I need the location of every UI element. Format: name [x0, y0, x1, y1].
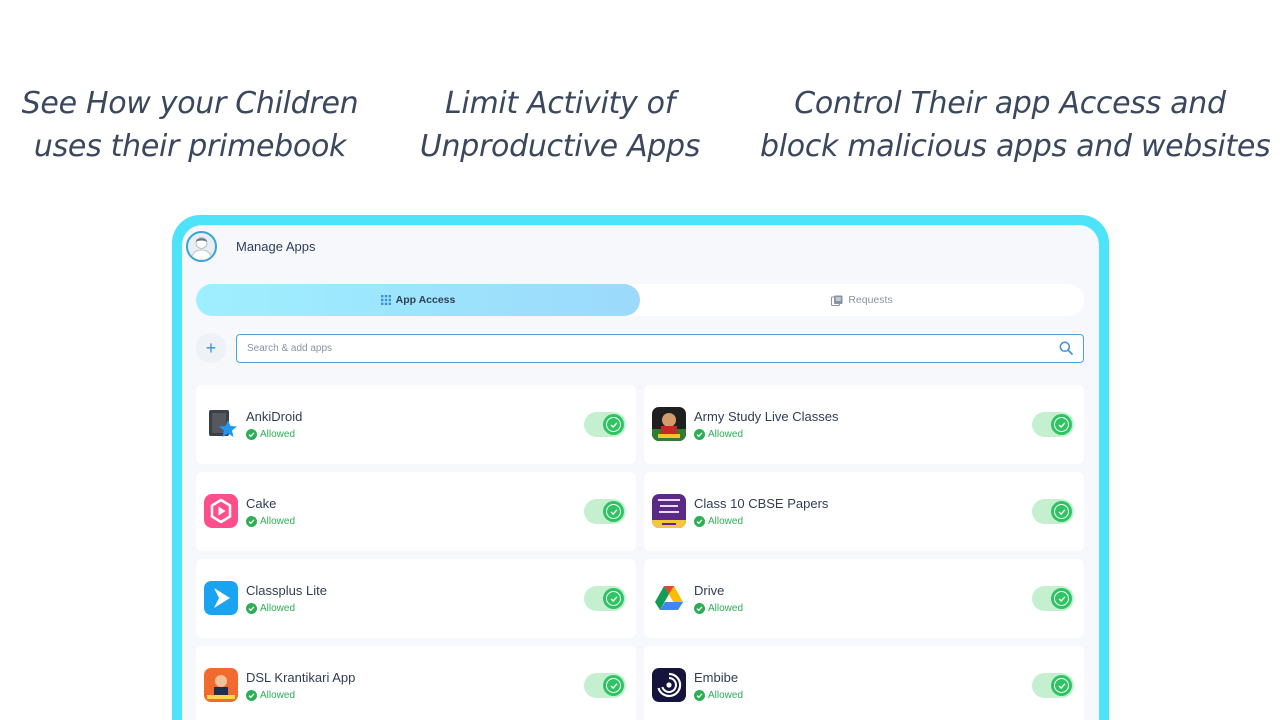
- check-circle-icon: [694, 516, 705, 527]
- drive-icon: [652, 581, 686, 615]
- app-name: DSL Krantikari App: [246, 670, 356, 685]
- headline-line: Unproductive Apps: [419, 129, 701, 164]
- app-toggle[interactable]: [1032, 673, 1074, 698]
- headline-line: Limit Activity of: [445, 86, 675, 121]
- app-card-class10-cbse[interactable]: Class 10 CBSE Papers Allowed: [644, 472, 1084, 551]
- status-badge: Allowed: [694, 516, 743, 527]
- headline-line: uses their primebook: [33, 129, 347, 164]
- app-toggle[interactable]: [1032, 586, 1074, 611]
- app-card-embibe[interactable]: Embibe Allowed: [644, 646, 1084, 720]
- app-toggle[interactable]: [584, 586, 626, 611]
- app-card-dsl-krantikari[interactable]: DSL Krantikari App Allowed: [196, 646, 636, 720]
- app-toggle[interactable]: [1032, 499, 1074, 524]
- status-badge: Allowed: [694, 603, 743, 614]
- user-avatar-icon[interactable]: [186, 230, 217, 262]
- add-app-button[interactable]: +: [196, 333, 226, 363]
- tab-bar: App Access Requests: [196, 284, 1084, 316]
- tab-requests[interactable]: Requests: [640, 284, 1084, 316]
- app-card-army-study[interactable]: Army Study Live Classes Allowed: [644, 385, 1084, 464]
- page-title: Manage Apps: [236, 238, 316, 254]
- app-toggle[interactable]: [584, 412, 626, 437]
- app-name: Classplus Lite: [246, 583, 327, 598]
- app-list: AnkiDroid Allowed Army Study Live Classe…: [196, 385, 1084, 720]
- cake-icon: [204, 494, 238, 528]
- check-circle-icon: [694, 429, 705, 440]
- status-badge: Allowed: [694, 429, 743, 440]
- status-text: Allowed: [708, 429, 744, 440]
- headline-children-usage: See How your Children uses their primebo…: [20, 82, 360, 168]
- top-bar: Manage Apps: [186, 230, 316, 262]
- status-badge: Allowed: [246, 603, 295, 614]
- classplus-lite-icon: [204, 581, 238, 615]
- app-card-cake[interactable]: Cake Allowed: [196, 472, 636, 551]
- status-badge: Allowed: [694, 690, 743, 701]
- toggle-knob-icon: [603, 414, 624, 435]
- tab-app-access[interactable]: App Access: [196, 284, 640, 316]
- headline-line: Control Their app Access and: [794, 86, 1226, 121]
- app-card-drive[interactable]: Drive Allowed: [644, 559, 1084, 638]
- check-circle-icon: [246, 603, 257, 614]
- dsl-krantikari-icon: [204, 668, 238, 702]
- headline-control-access: Control Their app Access and block malic…: [760, 82, 1271, 168]
- status-text: Allowed: [260, 516, 296, 527]
- toggle-knob-icon: [603, 588, 624, 609]
- device-frame: Manage Apps App Access Requests + Search…: [172, 215, 1109, 720]
- check-circle-icon: [694, 603, 705, 614]
- status-badge: Allowed: [246, 690, 295, 701]
- toggle-knob-icon: [603, 675, 624, 696]
- app-card-classplus-lite[interactable]: Classplus Lite Allowed: [196, 559, 636, 638]
- headline-line: See How your Children: [21, 86, 359, 121]
- app-card-ankidroid[interactable]: AnkiDroid Allowed: [196, 385, 636, 464]
- app-name: AnkiDroid: [246, 409, 303, 424]
- status-badge: Allowed: [246, 516, 295, 527]
- search-box: [236, 333, 1084, 363]
- app-screen: Manage Apps App Access Requests + Search…: [182, 225, 1099, 720]
- status-text: Allowed: [708, 690, 744, 701]
- search-row: +: [196, 333, 1084, 363]
- search-input[interactable]: [247, 342, 1059, 354]
- app-toggle[interactable]: [584, 673, 626, 698]
- headline-limit-activity: Limit Activity of Unproductive Apps: [410, 82, 710, 168]
- toggle-knob-icon: [1051, 501, 1072, 522]
- check-circle-icon: [246, 429, 257, 440]
- status-text: Allowed: [260, 429, 296, 440]
- check-circle-icon: [246, 690, 257, 701]
- toggle-knob-icon: [1051, 675, 1072, 696]
- app-toggle[interactable]: [584, 499, 626, 524]
- tab-label: Requests: [848, 294, 893, 306]
- ankidroid-icon: [204, 407, 238, 441]
- grid-icon: [380, 295, 391, 305]
- status-text: Allowed: [708, 516, 744, 527]
- app-name: Cake: [246, 496, 277, 511]
- army-study-icon: [652, 407, 686, 441]
- toggle-knob-icon: [1051, 414, 1072, 435]
- status-text: Allowed: [708, 603, 744, 614]
- check-circle-icon: [246, 516, 257, 527]
- requests-icon: [831, 295, 843, 306]
- app-name: Class 10 CBSE Papers: [694, 496, 829, 511]
- app-name: Embibe: [694, 670, 739, 685]
- app-toggle[interactable]: [1032, 412, 1074, 437]
- app-name: Drive: [694, 583, 725, 598]
- toggle-knob-icon: [1051, 588, 1072, 609]
- status-text: Allowed: [260, 690, 296, 701]
- embibe-icon: [652, 668, 686, 702]
- tab-label: App Access: [395, 294, 456, 306]
- class10-cbse-icon: [652, 494, 686, 528]
- toggle-knob-icon: [603, 501, 624, 522]
- status-badge: Allowed: [246, 429, 295, 440]
- search-icon[interactable]: [1059, 341, 1073, 355]
- check-circle-icon: [694, 690, 705, 701]
- headline-line: block malicious apps and websites: [760, 129, 1271, 164]
- app-name: Army Study Live Classes: [694, 409, 839, 424]
- status-text: Allowed: [260, 603, 296, 614]
